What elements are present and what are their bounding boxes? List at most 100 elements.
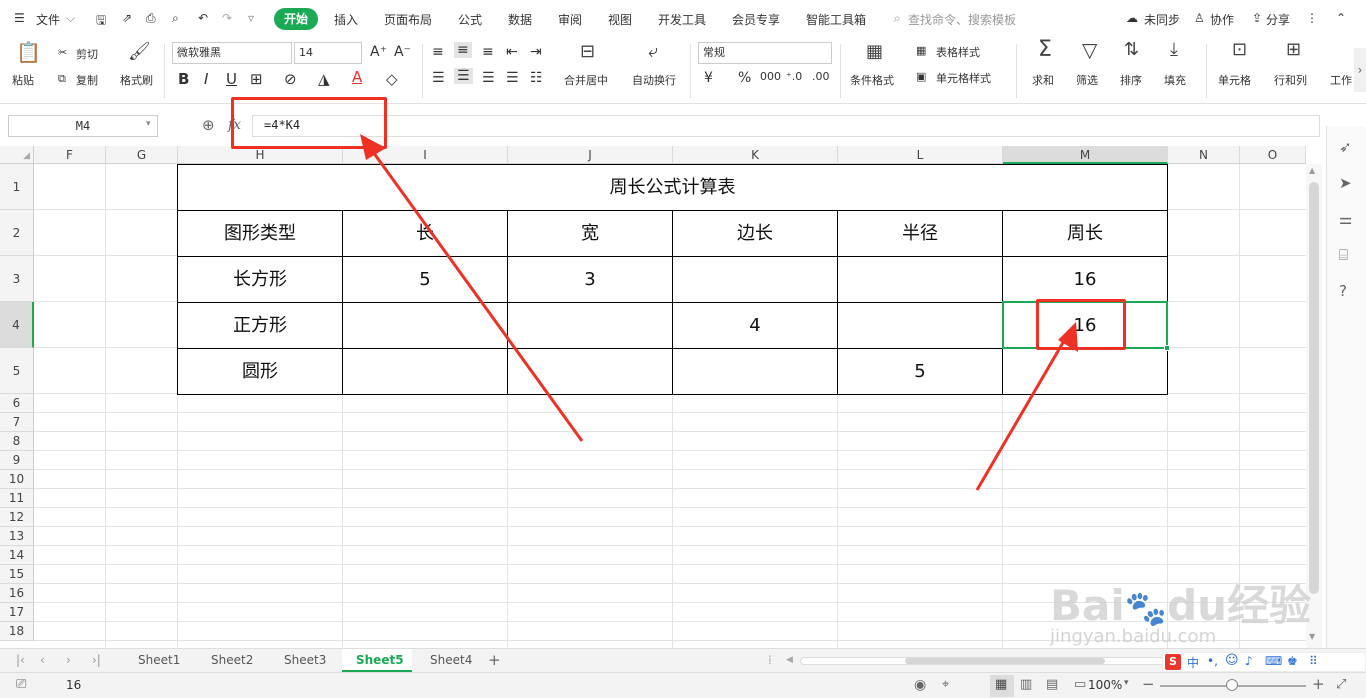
merge-center-button[interactable]: 合并居中 xyxy=(564,72,608,88)
fullscreen-icon[interactable]: ▭ xyxy=(1074,677,1086,692)
paste-icon[interactable]: 📋 xyxy=(16,42,41,62)
column-header-m[interactable]: M xyxy=(1003,146,1168,164)
table-cell[interactable]: 4 xyxy=(673,303,837,348)
row-col-icon[interactable]: ⊞ xyxy=(1286,41,1301,59)
row-header-2[interactable]: 2 xyxy=(0,210,34,256)
format-painter-icon[interactable]: 🖌 xyxy=(128,43,151,61)
sort-button[interactable]: 排序 xyxy=(1120,72,1142,88)
align-middle-icon[interactable]: ≡ xyxy=(454,42,472,58)
select-all-corner[interactable]: ◢ xyxy=(0,146,34,164)
help-icon[interactable]: ? xyxy=(1339,282,1347,300)
underline-icon[interactable]: U xyxy=(226,70,237,88)
indent-increase-icon[interactable]: ⇥ xyxy=(530,44,542,60)
table-cell[interactable] xyxy=(673,349,837,394)
zoom-out-icon[interactable]: − xyxy=(1142,675,1155,693)
tab-page-layout[interactable]: 页面布局 xyxy=(384,11,432,28)
tab-developer[interactable]: 开发工具 xyxy=(658,11,706,28)
zoom-dropdown-icon[interactable]: ▾ xyxy=(1124,678,1129,688)
row-header-9[interactable]: 9 xyxy=(0,451,34,470)
scroll-down-icon[interactable]: ▼ xyxy=(1309,632,1315,641)
column-header-g[interactable]: G xyxy=(106,146,178,164)
font-name-select[interactable]: 微软雅黑 xyxy=(172,42,292,64)
cell-icon[interactable]: ⊡ xyxy=(1232,41,1247,59)
row-header-15[interactable]: 15 xyxy=(0,565,34,584)
scroll-left-icon[interactable]: ◀ xyxy=(786,655,793,665)
align-center-icon[interactable]: ☰ xyxy=(454,68,473,84)
chevron-down-icon[interactable]: ⌵ xyxy=(66,11,75,26)
fill-icon[interactable]: ⤓ xyxy=(1170,41,1178,59)
percent-button[interactable]: % xyxy=(738,70,751,86)
ime-chinese-icon[interactable]: 中 xyxy=(1187,654,1199,671)
tab-data[interactable]: 数据 xyxy=(508,11,532,28)
undo-icon[interactable]: ↶ xyxy=(198,11,208,25)
distribute-icon[interactable]: ☷ xyxy=(530,70,543,86)
sliders-icon[interactable]: ⚌ xyxy=(1339,210,1352,228)
table-cell[interactable]: 5 xyxy=(343,257,507,302)
preview-icon[interactable]: ⌕ xyxy=(172,11,179,26)
row-header-13[interactable]: 13 xyxy=(0,527,34,546)
table-cell[interactable]: 5 xyxy=(838,349,1002,394)
column-header-l[interactable]: L xyxy=(838,146,1003,164)
cell-style-icon[interactable]: ▣ xyxy=(916,70,926,83)
table-cell[interactable] xyxy=(673,257,837,302)
cell-button[interactable]: 单元格 xyxy=(1218,72,1251,88)
export-icon[interactable]: ⇗ xyxy=(122,11,132,25)
eye-icon[interactable]: ◉ xyxy=(914,677,926,693)
prev-sheet-icon[interactable]: ‹ xyxy=(40,653,45,667)
tab-view[interactable]: 视图 xyxy=(608,11,632,28)
increase-font-icon[interactable]: A⁺ xyxy=(370,44,387,60)
zoom-formula-icon[interactable]: ⊕ xyxy=(202,116,215,134)
row-header-5[interactable]: 5 xyxy=(0,348,34,394)
font-color-icon[interactable]: A xyxy=(352,68,362,86)
row-header-4[interactable]: 4 xyxy=(0,302,34,348)
zoom-level[interactable]: 100% xyxy=(1088,678,1122,692)
header-side[interactable]: 边长 xyxy=(673,211,837,256)
ribbon-scroll-right-icon[interactable]: › xyxy=(1354,48,1366,92)
cond-format-icon[interactable]: ▦ xyxy=(866,43,883,61)
redo-icon[interactable]: ↷ xyxy=(222,11,232,25)
tab-smart-tools[interactable]: 智能工具箱 xyxy=(806,11,866,28)
merge-icon[interactable]: ⊟ xyxy=(580,43,595,61)
macro-icon[interactable]: ⎚ xyxy=(16,677,26,692)
decimal-increase-icon[interactable]: ⁺.0 xyxy=(786,70,802,83)
save-icon[interactable]: 🖫 xyxy=(96,11,106,32)
tab-start[interactable]: 开始 xyxy=(274,8,318,30)
row-header-3[interactable]: 3 xyxy=(0,256,34,302)
sheet-tab-4[interactable]: Sheet4 xyxy=(430,653,472,667)
copy-button[interactable]: 复制 xyxy=(76,72,98,88)
tab-review[interactable]: 审阅 xyxy=(558,11,582,28)
table-cell[interactable]: 正方形 xyxy=(178,303,342,348)
zoom-slider-handle[interactable] xyxy=(1226,679,1238,691)
normal-view-icon[interactable]: ▦ xyxy=(995,677,1007,692)
align-bottom-icon[interactable]: ≡ xyxy=(482,44,494,60)
share-button[interactable]: 分享 xyxy=(1266,11,1290,28)
table-cell[interactable]: 圆形 xyxy=(178,349,342,394)
keyboard-icon[interactable]: ⌨ xyxy=(1265,654,1282,668)
worksheet-button[interactable]: 工作 xyxy=(1330,72,1352,88)
format-painter-button[interactable]: 格式刷 xyxy=(120,72,153,88)
table-style-icon[interactable]: ▦ xyxy=(916,44,926,57)
header-width[interactable]: 宽 xyxy=(508,211,672,256)
scroll-thumb[interactable] xyxy=(1309,182,1319,594)
paste-button[interactable]: 粘贴 xyxy=(12,72,34,88)
cut-button[interactable]: 剪切 xyxy=(76,46,98,62)
emoji-icon[interactable]: ☺ xyxy=(1225,653,1239,668)
header-radius[interactable]: 半径 xyxy=(838,211,1002,256)
number-format-select[interactable]: 常规 xyxy=(698,42,832,64)
bold-icon[interactable]: B xyxy=(178,70,189,88)
column-header-j[interactable]: J xyxy=(508,146,673,164)
row-header-1[interactable]: 1 xyxy=(0,164,34,210)
print-icon[interactable]: ⎙ xyxy=(146,11,156,26)
sum-button[interactable]: 求和 xyxy=(1032,72,1054,88)
row-header-11[interactable]: 11 xyxy=(0,489,34,508)
reading-mode-icon[interactable]: ⌖ xyxy=(942,677,949,692)
currency-button[interactable]: ¥ xyxy=(704,70,713,86)
rocket-icon[interactable]: ➶ xyxy=(1339,138,1352,156)
scroll-up-icon[interactable]: ▲ xyxy=(1309,166,1315,175)
align-top-icon[interactable]: ≡ xyxy=(432,44,444,60)
first-sheet-icon[interactable]: |‹ xyxy=(16,653,25,667)
more-options-icon[interactable]: ⋮ xyxy=(1306,11,1318,25)
table-cell[interactable]: 16 xyxy=(1003,257,1167,302)
row-header-6[interactable]: 6 xyxy=(0,394,34,413)
cut-icon[interactable]: ✂ xyxy=(58,46,67,59)
